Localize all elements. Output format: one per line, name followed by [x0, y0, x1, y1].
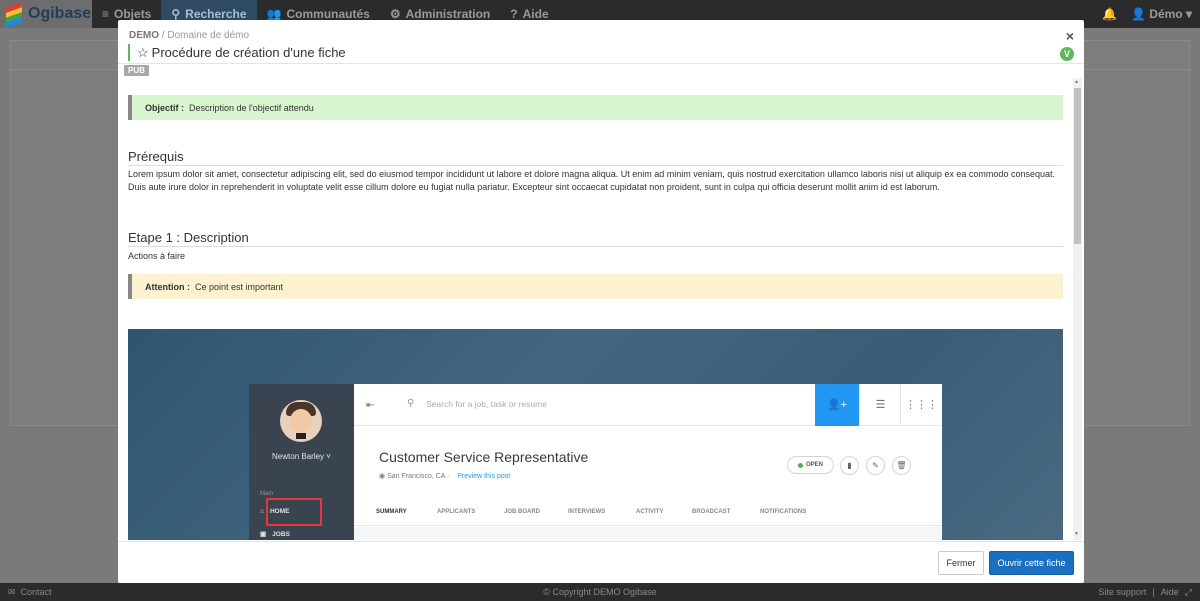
screenshot-tab-jobboard: JOB BOARD — [504, 509, 541, 515]
screenshot-tab-activity: ACTIVITY — [636, 509, 664, 515]
footer-separator: | — [1152, 586, 1155, 597]
highlight-box — [266, 498, 322, 526]
screenshot-tabs: SUMMARY APPLICANTS JOB BOARD INTERVIEWS … — [354, 502, 942, 526]
nav-aide-label: Aide — [522, 7, 549, 21]
scroll-down-icon[interactable]: ▼ — [1074, 531, 1079, 537]
star-icon[interactable]: ☆ — [137, 45, 149, 61]
screenshot-job-title: Customer Service Representative — [379, 449, 589, 465]
fiche-modal: DEMO / Domaine de démo ☆ Procédure de cr… — [118, 20, 1084, 583]
site-support-link[interactable]: Site support — [1098, 587, 1146, 598]
contact-link[interactable]: ✉ Contact — [8, 587, 52, 598]
trash-icon: 🗑 — [892, 456, 911, 475]
step1-heading: Etape 1 : Description — [128, 230, 1063, 247]
avatar — [280, 400, 322, 442]
nav-objets-label: Objets — [114, 7, 152, 21]
close-icon[interactable]: × — [1066, 28, 1074, 44]
contact-label: Contact — [20, 586, 52, 597]
objective-label: Objectif : — [145, 102, 185, 113]
bookmark-icon: ▮ — [840, 456, 859, 475]
search-icon: ⚲ — [407, 398, 415, 409]
screenshot-side-jobs-label: JOBS — [272, 530, 290, 538]
modal-footer: Fermer Ouvrir cette fiche — [118, 541, 1084, 583]
screenshot-side-jobs: ▣ JOBS — [260, 530, 290, 539]
scrollbar-thumb[interactable] — [1074, 88, 1081, 244]
pencil-icon: ✎ — [866, 456, 885, 475]
attention-text: Ce point est important — [195, 281, 284, 292]
screenshot-tab-summary: SUMMARY — [376, 509, 407, 515]
screenshot-tab-interviews: INTERVIEWS — [568, 509, 606, 515]
user-label: Démo — [1149, 7, 1183, 21]
screenshot-side-section: Main — [260, 491, 274, 497]
screenshot-preview-link: Preview this post — [457, 473, 511, 480]
modal-header: DEMO / Domaine de démo ☆ Procédure de cr… — [118, 20, 1084, 76]
screenshot-job-location: ◉ San Francisco, CA · Preview this post — [379, 473, 511, 480]
prereq-heading: Prérequis — [128, 149, 1063, 166]
bell-icon[interactable]: 🔔 — [1102, 7, 1117, 21]
expand-icon[interactable]: ⤢ — [1185, 587, 1192, 598]
briefcase-icon: ▣ — [260, 531, 267, 538]
screenshot-tab-applicants: APPLICANTS — [437, 509, 476, 515]
logo-icon — [4, 2, 24, 28]
screenshot-app: Newton Barley ˅ Main ⌂ HOME ▣ JOBS ⇤ ⚲ Sea… — [249, 384, 942, 540]
nav-recherche-label: Recherche — [185, 7, 247, 21]
attention-alert: Attention : Ce point est important — [128, 274, 1063, 299]
user-menu[interactable]: 👤 Démo ▾ — [1131, 7, 1192, 21]
breadcrumb-domain[interactable]: Domaine de démo — [167, 30, 249, 41]
pub-tag: PUB — [124, 65, 149, 76]
objective-alert: Objectif : Description de l'objectif att… — [128, 95, 1063, 120]
screenshot-content-strip — [354, 527, 942, 540]
step1-text: Actions à faire — [128, 251, 186, 261]
screenshot-tab-notifications: NOTIFICATIONS — [760, 509, 807, 515]
help-icon: ? — [510, 7, 518, 21]
gears-icon: ⚙ — [389, 7, 401, 21]
nav-right: 🔔 👤 Démo ▾ — [1102, 7, 1200, 21]
list-icon: ☰ — [859, 384, 901, 426]
add-user-icon: 👤+ — [815, 384, 859, 426]
collapse-menu-icon: ⇤ — [366, 400, 375, 411]
footer: ✉ Contact © Copyright DEMO Ogibase Site … — [0, 583, 1200, 601]
grid-icon: ⋮⋮⋮ — [900, 384, 942, 426]
home-icon: ⌂ — [260, 508, 264, 515]
footer-aide-link[interactable]: Aide — [1161, 587, 1179, 598]
users-icon: 👥 — [266, 7, 282, 21]
screenshot-search-placeholder: Search for a job, task or resume — [426, 399, 547, 409]
screenshot-open-label: OPEN — [805, 462, 823, 468]
status-badge: V — [1060, 47, 1074, 61]
logo-text: Ogibase — [28, 5, 92, 22]
breadcrumb-code[interactable]: DEMO — [129, 30, 159, 41]
embedded-screenshot: Newton Barley ˅ Main ⌂ HOME ▣ JOBS ⇤ ⚲ Sea… — [128, 329, 1063, 540]
nav-communautes-label: Communautés — [286, 7, 370, 21]
copyright: © Copyright DEMO Ogibase — [543, 587, 657, 597]
scroll-up-icon[interactable]: ▲ — [1074, 79, 1079, 85]
screenshot-open-pill: OPEN — [787, 456, 834, 474]
prereq-text: Lorem ipsum dolor sit amet, consectetur … — [128, 169, 1055, 192]
objective-text: Description de l'objectif attendu — [189, 102, 314, 113]
modal-title-text: Procédure de création d'une fiche — [151, 45, 346, 60]
nav-administration-label: Administration — [405, 7, 491, 21]
close-button[interactable]: Fermer — [938, 551, 984, 575]
modal-title: ☆ Procédure de création d'une fiche — [128, 44, 346, 61]
search-icon: ⚲ — [171, 7, 181, 21]
logo[interactable]: Ogibase — [0, 0, 92, 28]
screenshot-user-name: Newton Barley ˅ — [272, 452, 331, 461]
modal-body: Objectif : Description de l'objectif att… — [128, 78, 1063, 540]
screenshot-topbar: ⇤ ⚲ Search for a job, task or resume 👤+ … — [354, 384, 942, 426]
screenshot-user-name-text: Newton Barley — [272, 452, 325, 461]
open-fiche-button[interactable]: Ouvrir cette fiche — [989, 551, 1074, 575]
attention-label: Attention : — [145, 281, 190, 292]
screenshot-tab-broadcast: BROADCAST — [692, 509, 731, 515]
menu-icon: ≡ — [102, 7, 110, 21]
breadcrumb: DEMO / Domaine de démo — [129, 30, 249, 41]
screenshot-location-text: San Francisco, CA — [387, 473, 446, 480]
